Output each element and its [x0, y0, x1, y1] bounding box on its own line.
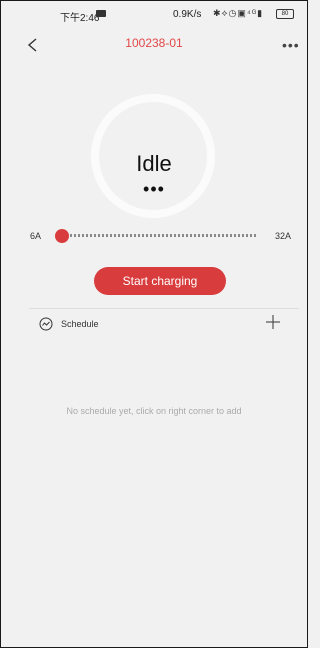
empty-schedule-message: No schedule yet, click on right corner t…	[66, 406, 242, 416]
network-speed: 0.9K/s	[173, 9, 202, 20]
current-min-label: 6A	[30, 231, 42, 241]
top-nav: 100238-01 •••	[1, 27, 307, 61]
page-title: 100238-01	[125, 36, 183, 50]
battery-icon: 80	[276, 9, 294, 19]
divider	[29, 308, 299, 309]
current-max-label: 32A	[275, 231, 292, 241]
charging-state-label: Idle	[136, 151, 172, 176]
schedule-label: Schedule	[61, 319, 99, 329]
state-loading-dots: •••	[143, 179, 165, 199]
current-slider-track[interactable]	[62, 234, 256, 237]
status-icons: ✱⟡◷▣⁴ᴳ▮	[213, 8, 264, 18]
app-screen: 下午2:46 0.9K/s ✱⟡◷▣⁴ᴳ▮ 80 100238-01 ••• I…	[0, 0, 308, 648]
plus-icon[interactable]	[265, 314, 281, 330]
start-charging-button[interactable]: Start charging	[94, 267, 226, 295]
current-slider-thumb[interactable]	[55, 229, 69, 243]
message-icon	[96, 10, 106, 17]
trend-circle-icon	[39, 317, 53, 331]
status-bar: 下午2:46 0.9K/s ✱⟡◷▣⁴ᴳ▮ 80	[1, 1, 307, 27]
status-time: 下午2:46	[60, 13, 100, 24]
more-dots-icon[interactable]: •••	[282, 37, 300, 53]
